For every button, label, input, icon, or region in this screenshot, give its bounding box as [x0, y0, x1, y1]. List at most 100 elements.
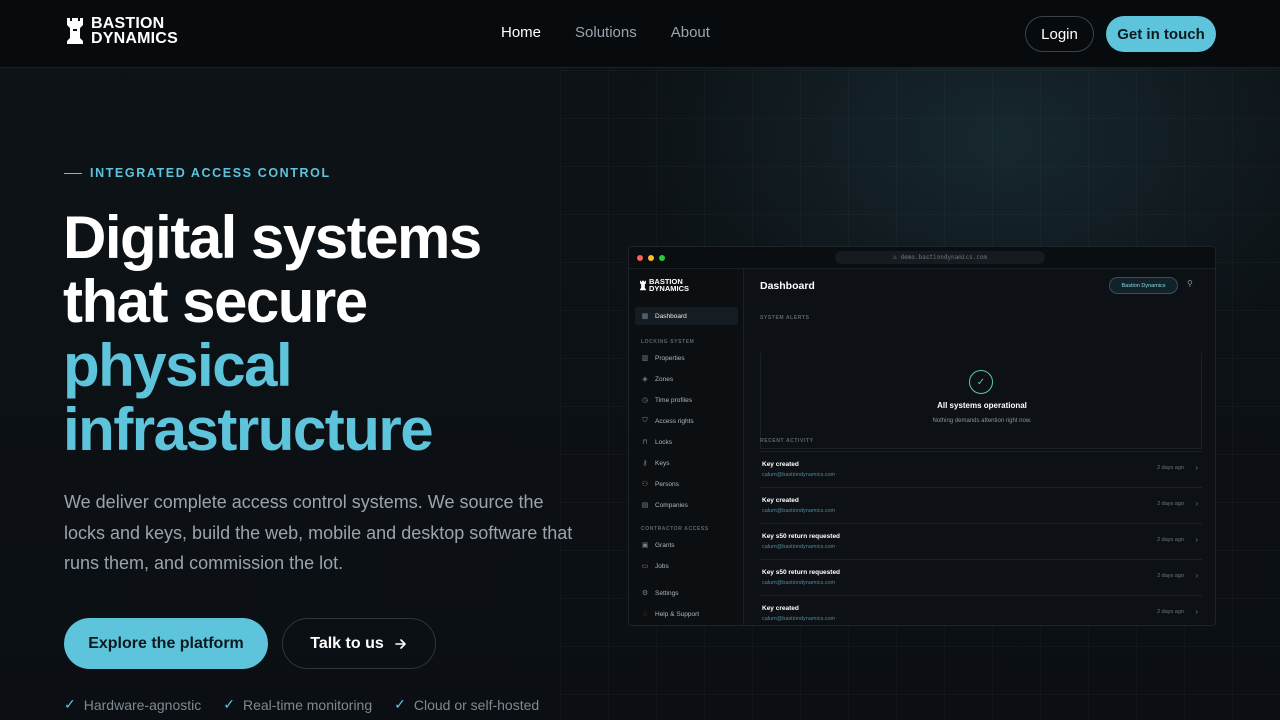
preview-url-bar: ⌂ demo.bastiondynamics.com [835, 251, 1045, 264]
sidebar-item-label: Dashboard [655, 312, 687, 320]
sidebar-heading-contractor: CONTRACTOR ACCESS [641, 526, 709, 532]
sidebar-item-label: Settings [655, 589, 679, 597]
rook-logo-icon [67, 18, 83, 44]
app-preview: ⌂ demo.bastiondynamics.com BASTION DYNAM… [628, 246, 1216, 626]
preview-logo: BASTION DYNAMICS [639, 278, 689, 292]
chevron-right-icon: › [1195, 535, 1198, 544]
activity-email: calum@bastiondynamics.com [762, 616, 836, 622]
preview-window-bar: ⌂ demo.bastiondynamics.com [629, 247, 1215, 269]
feature-item: ✓ Real-time monitoring [223, 696, 372, 713]
preview-main: Dashboard Bastion Dynamics ⚲ SYSTEM ALER… [744, 269, 1215, 625]
alert-subtitle: Nothing demands attention right now. [932, 418, 1032, 424]
badge-icon: ▣ [641, 542, 649, 549]
nav-about[interactable]: About [671, 24, 710, 41]
nav-home[interactable]: Home [501, 24, 541, 41]
help-icon: ◌ [642, 610, 648, 618]
check-icon: ✓ [394, 696, 406, 712]
clipboard-icon: ▭ [641, 563, 649, 570]
explore-platform-button[interactable]: Explore the platform [64, 618, 268, 669]
headline-line-4: infrastructure [63, 396, 434, 463]
window-close-dot [637, 254, 643, 261]
sidebar-item-keys[interactable]: ⚷ Keys [635, 454, 738, 472]
nav-solutions[interactable]: Solutions [575, 24, 637, 41]
activity-title: Key s50 return requested [762, 533, 841, 540]
activity-time: 2 days ago [1157, 501, 1184, 507]
feature-label: Cloud or self-hosted [413, 696, 540, 713]
main-nav: Home Solutions About [501, 24, 710, 41]
preview-sidebar: BASTION DYNAMICS ▦ Dashboard LOCKING SYS… [629, 269, 744, 625]
grid-icon: ▦ [641, 313, 649, 320]
shield-icon: ⛉ [642, 417, 648, 424]
org-switcher-pill[interactable]: Bastion Dynamics [1109, 277, 1178, 294]
brand-logo[interactable]: BASTION DYNAMICS [64, 16, 178, 47]
preview-brand-line-2: DYNAMICS [649, 284, 690, 293]
user-icon[interactable]: ⚲ [1187, 279, 1193, 288]
activity-row[interactable]: Key created calum@bastiondynamics.com 2 … [760, 487, 1202, 523]
preview-page-title: Dashboard [760, 280, 815, 292]
sidebar-item-jobs[interactable]: ▭ Jobs [635, 557, 738, 575]
lock-icon: ⌂ [892, 254, 897, 261]
sidebar-item-label: Zones [655, 375, 674, 383]
headline-line-1: Digital systems [63, 204, 482, 271]
activity-row[interactable]: Key s50 return requested calum@bastiondy… [760, 523, 1202, 559]
sidebar-item-settings[interactable]: ⚙ Settings [635, 584, 738, 602]
check-circle-icon: ✓ [969, 370, 993, 394]
feature-label: Hardware-agnostic [83, 696, 202, 713]
arrow-right-icon [394, 638, 406, 649]
check-icon: ✓ [223, 696, 235, 712]
activity-title: Key created [762, 605, 799, 612]
brand-wordmark: BASTION DYNAMICS [91, 16, 178, 47]
sidebar-item-time-profiles[interactable]: ◷ Time profiles [635, 391, 738, 409]
activity-email: calum@bastiondynamics.com [762, 544, 836, 550]
gear-icon: ⚙ [641, 590, 649, 597]
activity-email: calum@bastiondynamics.com [762, 472, 836, 478]
sidebar-item-label: Persons [655, 480, 679, 488]
key-icon: ⚷ [642, 460, 648, 467]
get-in-touch-button[interactable]: Get in touch [1106, 16, 1216, 52]
activity-row[interactable]: Key created calum@bastiondynamics.com 2 … [760, 595, 1202, 625]
sidebar-item-zones[interactable]: ◈ Zones [635, 370, 738, 388]
activity-title: Key created [762, 497, 799, 504]
sidebar-item-properties[interactable]: ▥ Properties [635, 349, 738, 367]
sidebar-item-locks[interactable]: ⊓ Locks [635, 433, 738, 451]
sidebar-item-label: Help & Support [655, 610, 700, 618]
chevron-right-icon: › [1195, 463, 1198, 472]
rook-logo-icon [640, 280, 646, 290]
eyebrow-rule [64, 172, 82, 174]
activity-list: Key created calum@bastiondynamics.com 2 … [760, 451, 1202, 625]
feature-item: ✓ Hardware-agnostic [64, 696, 201, 713]
activity-heading: RECENT ACTIVITY [760, 438, 814, 444]
activity-time: 2 days ago [1157, 609, 1184, 615]
sidebar-heading-locking: LOCKING SYSTEM [641, 339, 695, 345]
users-icon: ⚇ [641, 481, 649, 488]
hero-headline: Digital systems that secure physical inf… [63, 204, 482, 463]
clock-icon: ◷ [641, 397, 649, 404]
sidebar-item-label: Locks [655, 438, 672, 446]
alert-title: All systems operational [937, 401, 1027, 410]
sidebar-item-persons[interactable]: ⚇ Persons [635, 475, 738, 493]
talk-to-us-button[interactable]: Talk to us [282, 618, 436, 669]
activity-row[interactable]: Key s50 return requested calum@bastiondy… [760, 559, 1202, 595]
brand-line-2: DYNAMICS [91, 30, 178, 47]
activity-title: Key created [762, 461, 799, 468]
headline-line-3: physical [63, 332, 293, 399]
chevron-right-icon: › [1195, 571, 1198, 580]
sidebar-item-help[interactable]: ◌ Help & Support [635, 605, 738, 623]
talk-to-us-label: Talk to us [310, 634, 384, 652]
layers-icon: ◈ [642, 376, 648, 383]
alerts-heading: SYSTEM ALERTS [760, 315, 810, 321]
activity-email: calum@bastiondynamics.com [762, 580, 836, 586]
alerts-panel: ✓ All systems operational Nothing demand… [760, 353, 1202, 449]
top-nav: BASTION DYNAMICS Home Solutions About Lo… [0, 0, 1280, 68]
briefcase-icon: ▤ [641, 502, 649, 509]
sidebar-item-grants[interactable]: ▣ Grants [635, 536, 738, 554]
sidebar-item-access-rights[interactable]: ⛉ Access rights [635, 412, 738, 430]
login-button[interactable]: Login [1025, 16, 1094, 52]
activity-time: 2 days ago [1157, 537, 1184, 543]
chevron-right-icon: › [1195, 499, 1198, 508]
sidebar-item-dashboard[interactable]: ▦ Dashboard [635, 307, 738, 325]
activity-row[interactable]: Key created calum@bastiondynamics.com 2 … [760, 451, 1202, 487]
sidebar-item-companies[interactable]: ▤ Companies [635, 496, 738, 514]
sidebar-item-label: Jobs [655, 562, 669, 570]
hero-subcopy: We deliver complete access control syste… [64, 492, 573, 573]
